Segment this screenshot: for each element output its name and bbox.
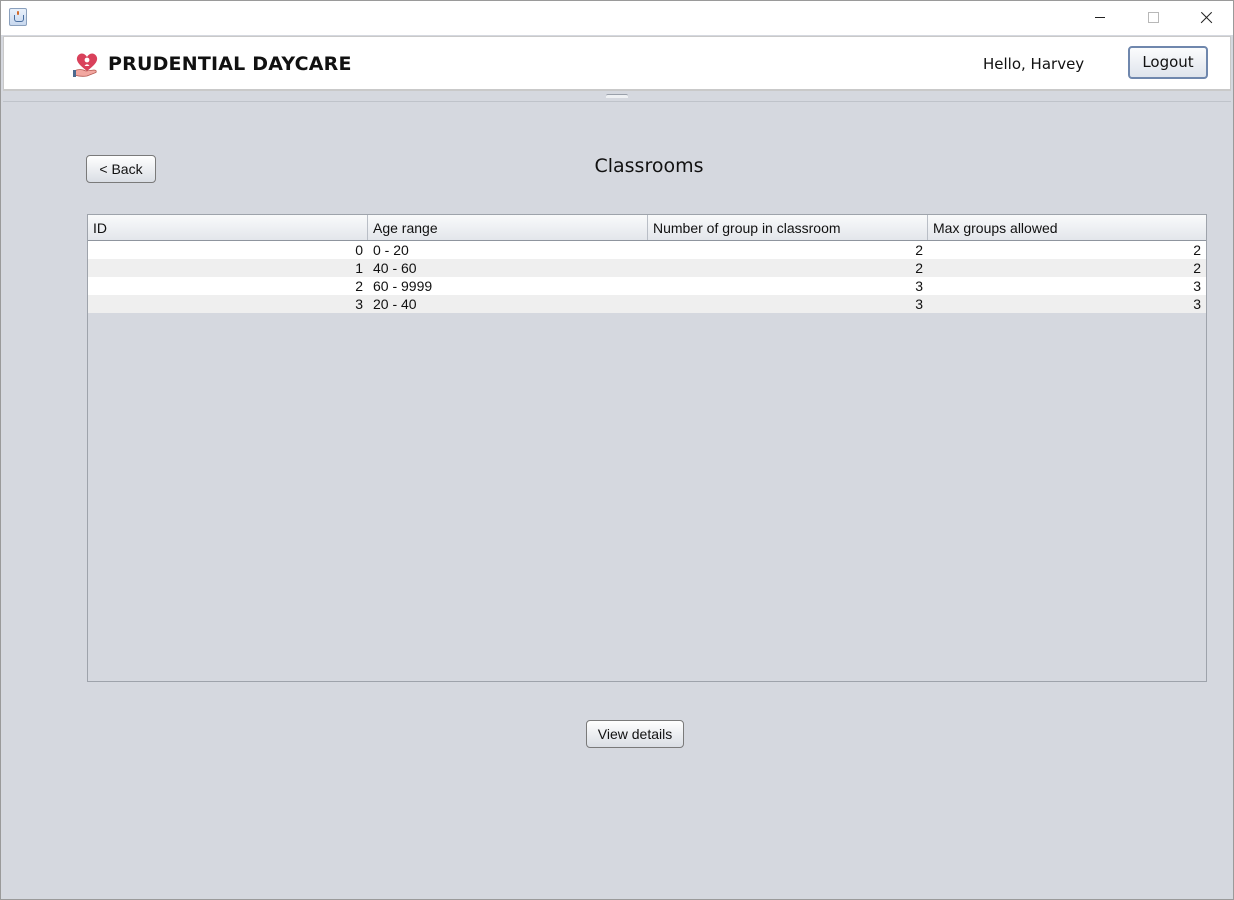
cell-group-count[interactable]: 2 (648, 259, 928, 277)
close-button[interactable] (1180, 1, 1232, 35)
cell-max-groups[interactable]: 2 (928, 259, 1206, 277)
java-app-icon (9, 8, 27, 26)
cell-id[interactable]: 2 (88, 277, 368, 295)
heart-hand-logo-icon (73, 53, 98, 77)
table-row[interactable]: 1 40 - 60 2 2 (88, 259, 1206, 277)
app-window: PRUDENTIAL DAYCARE Hello, Harvey Logout … (0, 0, 1234, 900)
page-title: Classrooms (594, 155, 704, 177)
cell-age-range[interactable]: 60 - 9999 (368, 277, 648, 295)
minimize-button[interactable] (1074, 1, 1126, 35)
back-button[interactable]: < Back (86, 155, 156, 183)
splitter-grip-icon[interactable] (606, 94, 628, 98)
cell-max-groups[interactable]: 2 (928, 241, 1206, 259)
maximize-button[interactable] (1127, 1, 1179, 35)
cell-group-count[interactable]: 3 (648, 277, 928, 295)
cell-group-count[interactable]: 3 (648, 295, 928, 313)
cell-age-range[interactable]: 20 - 40 (368, 295, 648, 313)
cell-max-groups[interactable]: 3 (928, 295, 1206, 313)
logout-button[interactable]: Logout (1128, 46, 1208, 79)
header-bar: PRUDENTIAL DAYCARE Hello, Harvey Logout (3, 36, 1231, 90)
cell-group-count[interactable]: 2 (648, 241, 928, 259)
column-header-max-groups[interactable]: Max groups allowed (928, 215, 1206, 240)
split-pane-divider[interactable] (3, 90, 1231, 102)
user-greeting: Hello, Harvey (983, 55, 1085, 73)
cell-id[interactable]: 0 (88, 241, 368, 259)
table-body: 0 0 - 20 2 2 1 40 - 60 2 2 2 60 - 9999 3… (88, 241, 1206, 313)
title-bar (1, 1, 1233, 35)
column-header-id[interactable]: ID (88, 215, 368, 240)
table-row[interactable]: 2 60 - 9999 3 3 (88, 277, 1206, 295)
cell-id[interactable]: 3 (88, 295, 368, 313)
classrooms-table: ID Age range Number of group in classroo… (87, 214, 1207, 682)
cell-age-range[interactable]: 0 - 20 (368, 241, 648, 259)
cell-age-range[interactable]: 40 - 60 (368, 259, 648, 277)
table-row[interactable]: 0 0 - 20 2 2 (88, 241, 1206, 259)
brand-name: PRUDENTIAL DAYCARE (108, 53, 352, 75)
column-header-group-count[interactable]: Number of group in classroom (648, 215, 928, 240)
cell-id[interactable]: 1 (88, 259, 368, 277)
table-header: ID Age range Number of group in classroo… (88, 215, 1206, 241)
table-row[interactable]: 3 20 - 40 3 3 (88, 295, 1206, 313)
cell-max-groups[interactable]: 3 (928, 277, 1206, 295)
view-details-button[interactable]: View details (586, 720, 684, 748)
column-header-age-range[interactable]: Age range (368, 215, 648, 240)
